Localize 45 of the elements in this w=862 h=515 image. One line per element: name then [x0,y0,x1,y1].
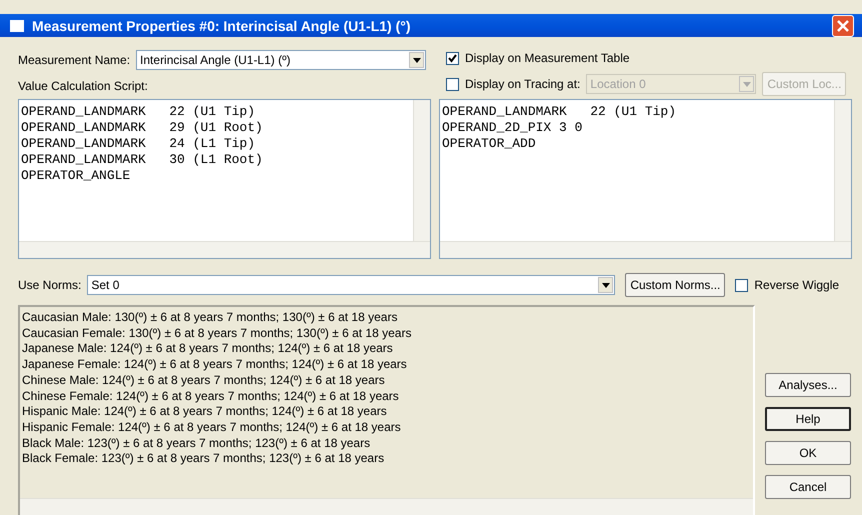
norm-line: Japanese Female: 124(º) ± 6 at 8 years 7 months; 124(º) ± 6 at 18 years [22,357,408,373]
norm-line: Chinese Female: 124(º) ± 6 at 8 years 7 months; 124(º) ± 6 at 18 years [22,388,400,404]
norms-dropdown[interactable]: Set 0 [87,275,616,295]
norm-line: Caucasian Female: 130(º) ± 6 at 8 years 7 months; 130(º) ± 6 at 18 years [22,326,412,342]
script-label: Value Calculation Script: [18,79,149,93]
norm-line: Chinese Male: 124(º) ± 6 at 8 years 7 months; 124(º) ± 6 at 18 years [22,372,386,389]
window-title: Measurement Properties #0: Interincisal Angle (U1-L1) (°) [32,18,412,34]
norm-line: Japanese Male: 124(º) ± 6 at 8 years 7 months; 124(º) ± 6 at 18 years [22,341,394,358]
close-button[interactable] [832,14,854,36]
checkbox-label: Display on Tracing at: [465,77,580,91]
script-line: OPERATOR_ANGLE [21,168,132,184]
script-line: OPERAND_LANDMARK 22 (U1 Tip) [442,104,678,120]
horizontal-scrollbar[interactable] [20,498,753,515]
use-norms-label: Use Norms: [18,278,82,292]
norm-line: Black Female: 123(º) ± 6 at 8 years 7 months; 123(º) ± 6 at 18 years [22,451,386,468]
dialog-button[interactable]: OK [765,441,851,465]
checkbox[interactable] [735,278,748,292]
dialog-button[interactable]: Cancel [765,475,851,499]
checkbox-label: Reverse Wiggle [754,278,840,292]
close-icon [836,18,850,32]
measurement-name-dropdown[interactable]: Interincisal Angle (U1-L1) (º) [136,50,426,70]
script-line: OPERAND_LANDMARK 22 (U1 Tip) [21,104,256,120]
script-line: OPERAND_2D_PIX 3 0 [442,120,584,136]
norm-line: Black Male: 123(º) ± 6 at 8 years 7 months; 123(º) ± 6 at 18 years [22,436,372,452]
dialog-button[interactable]: Analyses... [765,373,851,397]
vertical-scrollbar[interactable] [413,100,430,241]
vertical-scrollbar[interactable] [834,100,851,241]
dialog-button[interactable]: Help [765,407,851,431]
checkbox[interactable] [446,78,459,90]
norm-line: Hispanic Male: 124(º) ± 6 at 8 years 7 months; 124(º) ± 6 at 18 years [22,404,388,420]
norm-line: Hispanic Female: 124(º) ± 6 at 8 years 7 months; 124(º) ± 6 at 18 years [22,420,402,436]
checkbox-label: Display on Measurement Table [465,51,630,65]
script-line: OPERATOR_ADD [442,136,537,152]
script-text-area[interactable]: OPERAND_LANDMARK 22 (U1 Tip) OPERAND_2D_PIX 3 0 OPERATOR_ADD [439,99,852,259]
norm-line: Caucasian Male: 130(º) ± 6 at 8 years 7 months; 130(º) ± 6 at 18 years [22,310,398,326]
measurement-name-label: Measurement Name: [18,53,130,67]
checkbox[interactable] [446,52,459,64]
horizontal-scrollbar[interactable] [440,241,851,258]
horizontal-scrollbar[interactable] [19,241,430,258]
window-icon [10,20,24,32]
script-text-area[interactable]: OPERAND_LANDMARK 22 (U1 Tip) OPERAND_LANDMARK 29 (U1 Root) OPERAND_LANDMARK 24 (L1 Tip) OPERAND_LANDMARK 30 (L1 Root) OPERATOR_ANGLE [18,99,431,259]
custom-norms-button[interactable]: Custom Norms... [625,273,726,297]
script-line: OPERAND_LANDMARK 24 (L1 Tip) [21,136,256,152]
script-line: OPERAND_LANDMARK 29 (U1 Root) [21,120,264,136]
script-line: OPERAND_LANDMARK 30 (L1 Root) [21,152,264,168]
